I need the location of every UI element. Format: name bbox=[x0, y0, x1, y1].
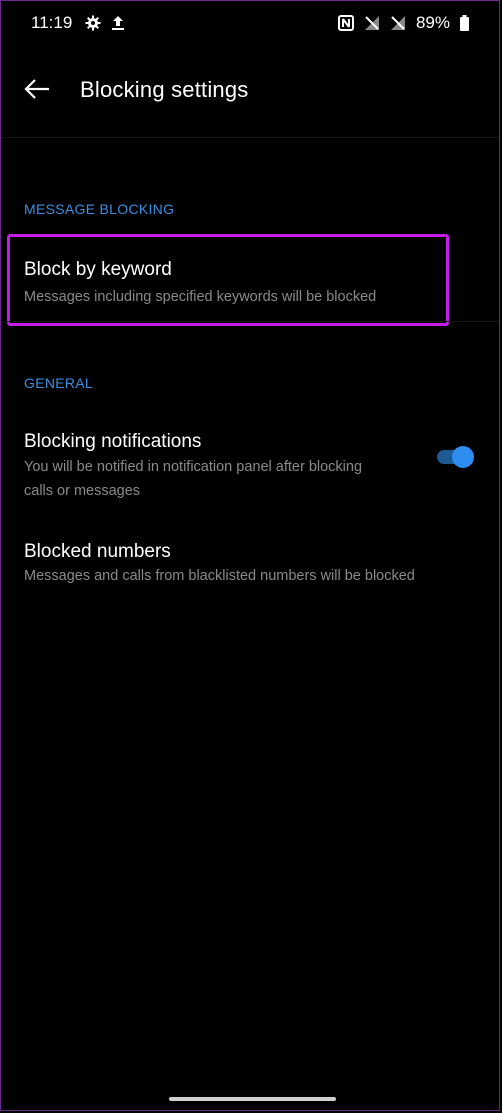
gesture-nav-handle[interactable] bbox=[169, 1097, 336, 1101]
upload-arrow-icon bbox=[111, 15, 127, 31]
section-header-message-blocking: MESSAGE BLOCKING bbox=[24, 201, 175, 217]
signal-off-icon bbox=[390, 15, 406, 31]
screen: 11:19 89% Blocking settings MESSAGE BLOC… bbox=[0, 0, 500, 1111]
item-title: Blocking notifications bbox=[24, 431, 202, 452]
divider bbox=[1, 321, 499, 322]
item-summary-line-2: calls or messages bbox=[24, 483, 141, 499]
toggle-thumb bbox=[452, 446, 474, 468]
back-arrow-icon bbox=[24, 78, 50, 104]
battery-icon bbox=[460, 15, 469, 31]
blocked-numbers-item[interactable]: Blocked numbers Messages and calls from … bbox=[1, 527, 499, 597]
section-header-general: GENERAL bbox=[24, 375, 94, 391]
blocking-notifications-item[interactable]: Blocking notifications You will be notif… bbox=[1, 417, 499, 517]
item-summary: Messages and calls from blacklisted numb… bbox=[24, 568, 415, 584]
blocking-notifications-toggle[interactable] bbox=[435, 445, 475, 469]
highlight-box bbox=[7, 234, 449, 326]
item-title: Blocked numbers bbox=[24, 541, 171, 562]
settings-gear-icon bbox=[85, 15, 101, 31]
battery-percent: 89% bbox=[415, 13, 450, 32]
status-right-group: 89% bbox=[337, 13, 469, 33]
signal-off-icon bbox=[364, 15, 380, 31]
item-summary-line-1: You will be notified in notification pan… bbox=[24, 459, 363, 475]
app-toolbar: Blocking settings bbox=[1, 45, 499, 138]
status-time: 11:19 bbox=[31, 13, 73, 32]
back-button[interactable] bbox=[15, 69, 59, 113]
status-bar: 11:19 89% bbox=[1, 1, 499, 45]
nfc-icon bbox=[337, 15, 354, 31]
page-title: Blocking settings bbox=[80, 77, 249, 102]
